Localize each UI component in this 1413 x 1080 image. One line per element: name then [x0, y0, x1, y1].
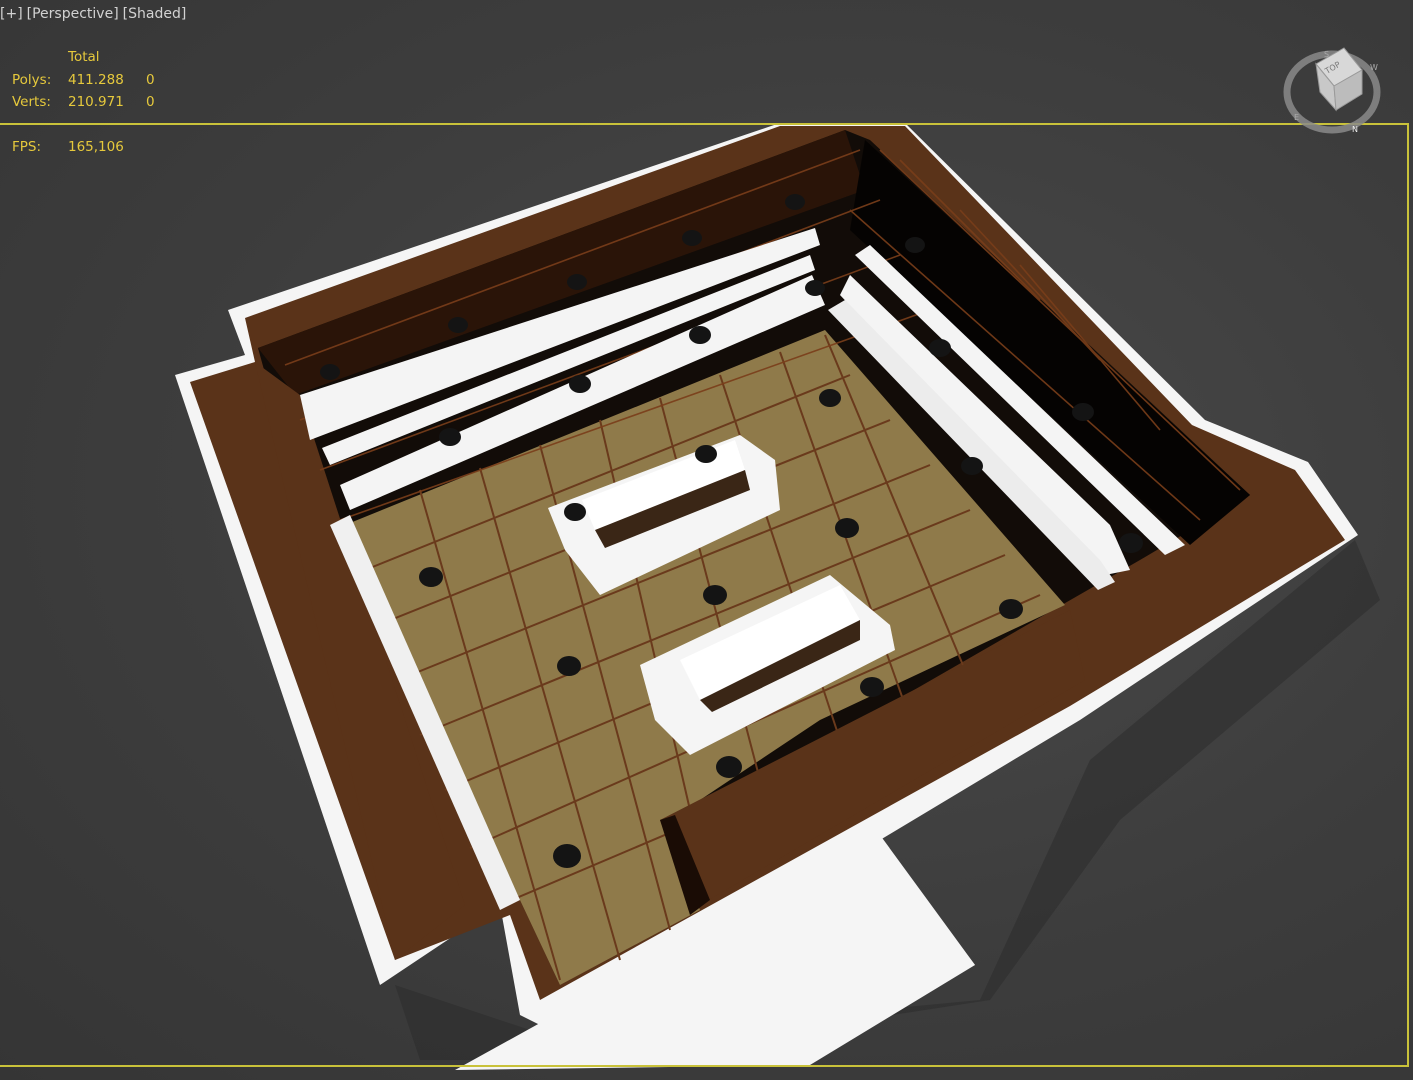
viewcube[interactable]: TOP S W N E [1282, 40, 1386, 136]
statistics-overlay: Total Polys: 411.288 0 Verts: 210.971 0 … [0, 0, 200, 160]
fps-value: 165,106 [68, 139, 124, 155]
spotlight [569, 375, 591, 393]
spotlight [1072, 403, 1094, 421]
verts-total: 210.971 [68, 94, 124, 110]
verts-label: Verts: [12, 94, 51, 110]
spotlight [703, 585, 727, 605]
compass-north: N [1352, 125, 1358, 134]
spotlight [929, 339, 951, 357]
spotlight [1119, 533, 1143, 553]
spotlight [961, 457, 983, 475]
polys-label: Polys: [12, 72, 52, 88]
spotlight [835, 518, 859, 538]
spotlight [805, 280, 825, 296]
spotlight [439, 428, 461, 446]
polys-total: 411.288 [68, 72, 124, 88]
spotlight [557, 656, 581, 676]
perspective-viewport[interactable]: [+] [Perspective] [Shaded] Total Polys: 41… [0, 0, 1413, 1080]
spotlight [999, 599, 1023, 619]
scene-render[interactable] [0, 0, 1413, 1080]
spotlight [553, 844, 581, 868]
spotlight [716, 756, 742, 778]
spotlight [785, 194, 805, 210]
polys-selected: 0 [146, 72, 155, 88]
spotlight [695, 445, 717, 463]
spotlight [860, 677, 884, 697]
compass-west: W [1370, 63, 1378, 72]
spotlight [419, 567, 443, 587]
spotlight [564, 503, 586, 521]
spotlight [320, 364, 340, 380]
spotlight [819, 389, 841, 407]
spotlight [682, 230, 702, 246]
spotlight [567, 274, 587, 290]
spotlight [448, 317, 468, 333]
spotlight [905, 237, 925, 253]
compass-east: E [1294, 113, 1299, 122]
stats-column-header: Total [68, 49, 100, 65]
fps-label: FPS: [12, 139, 42, 155]
spotlight [689, 326, 711, 344]
compass-south: S [1324, 50, 1329, 59]
verts-selected: 0 [146, 94, 155, 110]
